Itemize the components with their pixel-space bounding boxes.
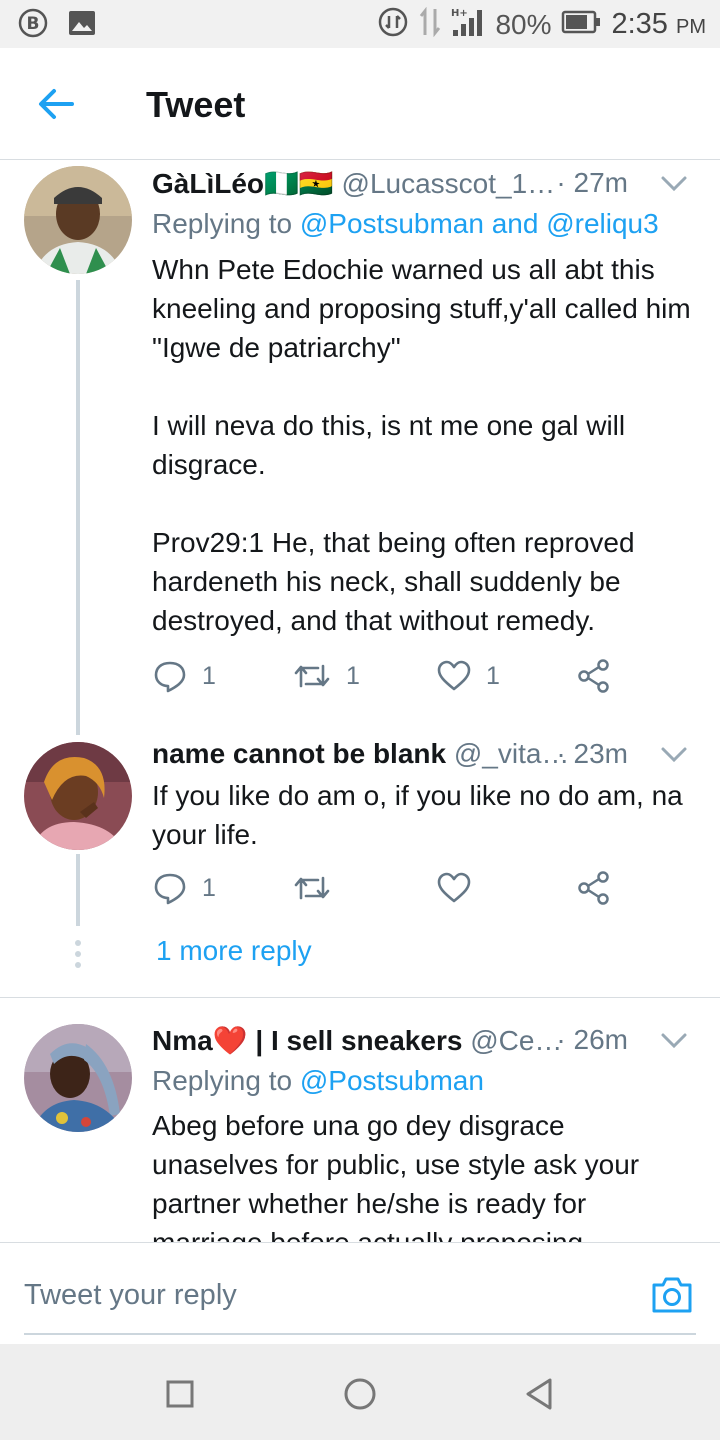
reply-count: 1 bbox=[202, 661, 216, 690]
data-transfer-icon bbox=[419, 6, 441, 42]
top-app-bar: Tweet bbox=[0, 48, 720, 160]
tweet-header: GàLìLéo🇳🇬🇬🇭 @Lucasscot_1… · 27m bbox=[152, 167, 700, 203]
tweet-menu-button[interactable] bbox=[656, 169, 692, 199]
recents-button[interactable] bbox=[160, 1374, 200, 1414]
avatar[interactable] bbox=[24, 742, 132, 850]
reply-input-underline bbox=[24, 1333, 696, 1335]
author-name[interactable]: GàLìLéo🇳🇬🇬🇭 bbox=[152, 168, 334, 199]
tweet-text: Whn Pete Edochie warned us all abt this … bbox=[152, 250, 692, 640]
retweet-icon bbox=[294, 664, 330, 688]
divider bbox=[0, 997, 720, 998]
tweet-paragraph: Prov29:1 He, that being often reproved h… bbox=[152, 527, 635, 636]
thread-line bbox=[76, 854, 80, 926]
share-icon bbox=[578, 871, 609, 905]
chevron-down-icon bbox=[661, 1033, 687, 1049]
image-notification-icon bbox=[68, 10, 96, 41]
data-saver-icon bbox=[377, 6, 409, 43]
author-handle[interactable]: @Ce… bbox=[470, 1025, 562, 1056]
retweet-button[interactable]: 1 bbox=[292, 658, 360, 694]
more-replies-dots bbox=[75, 940, 81, 968]
share-icon bbox=[578, 659, 609, 693]
reply-button[interactable]: 1 bbox=[152, 870, 216, 906]
back-arrow-icon bbox=[39, 89, 74, 119]
nav-home-icon bbox=[344, 1378, 376, 1410]
chevron-down-icon bbox=[661, 176, 687, 192]
tweet-paragraph: Abeg before una go dey disgrace unaselve… bbox=[152, 1110, 640, 1242]
like-button[interactable] bbox=[436, 870, 486, 906]
reply-icon bbox=[154, 661, 186, 693]
retweet-count: 1 bbox=[346, 661, 360, 690]
camera-button[interactable] bbox=[650, 1273, 694, 1317]
conversation-list[interactable]: GàLìLéo🇳🇬🇬🇭 @Lucasscot_1… · 27m Replying… bbox=[0, 160, 720, 1242]
nav-recents-icon bbox=[166, 1380, 194, 1408]
tweet-menu-button[interactable] bbox=[656, 1026, 692, 1056]
status-bar: B H+ 80% 2:35 PM bbox=[0, 0, 720, 48]
svg-text:H+: H+ bbox=[451, 8, 468, 19]
tweet-actions: 1 1 1 bbox=[152, 658, 672, 698]
clock-ampm: PM bbox=[676, 16, 706, 38]
tweet-paragraph: Whn Pete Edochie warned us all abt this … bbox=[152, 254, 691, 363]
signal-icon: H+ bbox=[451, 6, 485, 43]
nav-back-icon bbox=[526, 1378, 552, 1410]
back-button[interactable] bbox=[30, 78, 82, 130]
like-icon bbox=[437, 872, 471, 903]
like-count: 1 bbox=[486, 661, 500, 690]
tweet-header: Nma❤️ | I sell sneakers @Ce… · 26m bbox=[152, 1024, 700, 1060]
avatar[interactable] bbox=[24, 1024, 132, 1132]
avatar[interactable] bbox=[24, 166, 132, 274]
share-button[interactable] bbox=[576, 658, 612, 694]
replying-to-label: Replying to bbox=[152, 1065, 300, 1096]
tweet-time: · 27m bbox=[556, 167, 628, 198]
tweet-paragraph: If you like do am o, if you like no do a… bbox=[152, 780, 683, 850]
replying-to-label: Replying to bbox=[152, 208, 300, 239]
replying-to-link[interactable]: @Postsubman and @reliqu3 bbox=[300, 208, 659, 239]
battery-icon bbox=[561, 10, 601, 39]
tweet-text: Abeg before una go dey disgrace unaselve… bbox=[152, 1106, 692, 1242]
reply-button[interactable]: 1 bbox=[152, 658, 216, 694]
replying-to: Replying to @Postsubman and @reliqu3 bbox=[152, 208, 659, 240]
tweet-paragraph: I will neva do this, is nt me one gal wi… bbox=[152, 410, 626, 480]
camera-icon bbox=[652, 1277, 692, 1313]
like-icon bbox=[437, 660, 471, 691]
author-name[interactable]: name cannot be blank bbox=[152, 738, 446, 769]
tweet-1[interactable]: GàLìLéo🇳🇬🇬🇭 @Lucasscot_1… · 27m Replying… bbox=[0, 160, 720, 735]
b-notification-icon: B bbox=[18, 8, 48, 43]
share-button[interactable] bbox=[576, 870, 612, 906]
chevron-down-icon bbox=[661, 747, 687, 763]
system-back-button[interactable] bbox=[520, 1374, 560, 1414]
battery-percent: 80% bbox=[495, 8, 552, 40]
author-handle[interactable]: @_vita… bbox=[454, 738, 570, 769]
retweet-icon bbox=[294, 876, 330, 900]
tweet-header: name cannot be blank @_vita… · 23m bbox=[152, 738, 700, 774]
replying-to: Replying to @Postsubman bbox=[152, 1065, 484, 1097]
author-handle[interactable]: @Lucasscot_1… bbox=[342, 168, 556, 199]
clock: 2:35 PM bbox=[611, 8, 706, 41]
like-button[interactable]: 1 bbox=[436, 658, 500, 694]
tweet-2[interactable]: name cannot be blank @_vita… · 23m If yo… bbox=[0, 738, 720, 926]
home-button[interactable] bbox=[340, 1374, 380, 1414]
svg-text:B: B bbox=[27, 14, 40, 34]
reply-count: 1 bbox=[202, 873, 216, 902]
tweet-time: · 23m bbox=[556, 738, 628, 769]
system-nav-bar bbox=[0, 1344, 720, 1440]
author-name[interactable]: Nma❤️ | I sell sneakers bbox=[152, 1025, 462, 1056]
tweet-3[interactable]: Nma❤️ | I sell sneakers @Ce… · 26m Reply… bbox=[0, 1024, 720, 1242]
page-title: Tweet bbox=[146, 84, 246, 125]
thread-line bbox=[76, 280, 80, 735]
reply-composer: Tweet your reply bbox=[0, 1242, 720, 1344]
reply-icon bbox=[154, 873, 186, 905]
tweet-menu-button[interactable] bbox=[656, 740, 692, 770]
tweet-time: · 26m bbox=[556, 1024, 628, 1055]
tweet-text: If you like do am o, if you like no do a… bbox=[152, 776, 692, 854]
retweet-button[interactable] bbox=[292, 870, 346, 906]
reply-input[interactable]: Tweet your reply bbox=[24, 1279, 237, 1312]
replying-to-link[interactable]: @Postsubman bbox=[300, 1065, 484, 1096]
tweet-actions: 1 bbox=[152, 870, 672, 910]
more-replies-link[interactable]: 1 more reply bbox=[156, 935, 312, 967]
clock-time: 2:35 bbox=[611, 8, 668, 40]
